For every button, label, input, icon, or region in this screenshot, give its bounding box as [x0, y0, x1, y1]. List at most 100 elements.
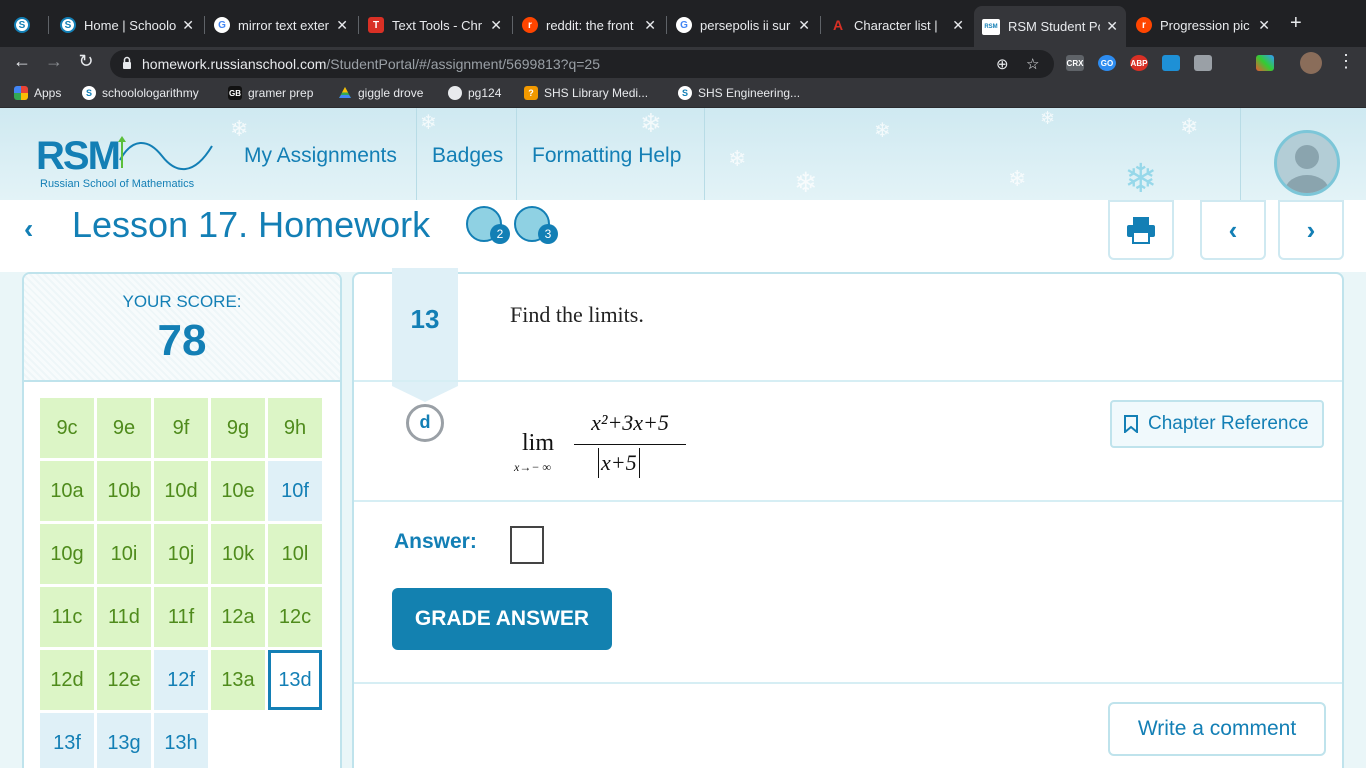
nav-badges[interactable]: Badges — [432, 144, 503, 168]
browser-tab-active[interactable]: RSM RSM Student Po ✕ — [974, 6, 1126, 47]
chapter-reference-button[interactable]: Chapter Reference — [1110, 400, 1324, 448]
close-tab-icon[interactable]: ✕ — [644, 17, 656, 34]
score-panel: YOUR SCORE: 78 9c 9e 9f 9g 9h 10a 10b 10d 10e 10f… — [22, 272, 342, 768]
problem-cell[interactable]: 10a — [40, 461, 94, 521]
tab-title: reddit: the front — [546, 17, 634, 33]
browser-tab-4[interactable]: r reddit: the front ✕ — [514, 8, 664, 42]
browser-tab-6[interactable]: A Character list | ✕ — [822, 8, 972, 42]
problem-cell[interactable]: 12d — [40, 650, 94, 710]
gb-icon: GB — [228, 86, 242, 100]
problem-cell[interactable]: 10d — [154, 461, 208, 521]
problem-cell[interactable]: 10e — [211, 461, 265, 521]
address-bar[interactable]: homework.russianschool.com/StudentPortal… — [110, 50, 1054, 78]
close-tab-icon[interactable]: ✕ — [336, 17, 348, 34]
score-value: 78 — [157, 316, 207, 365]
bookmark-gramer-prep[interactable]: GB gramer prep — [228, 86, 313, 100]
nav-my-assignments[interactable]: My Assignments — [244, 144, 397, 168]
close-tab-icon[interactable]: ✕ — [952, 17, 964, 34]
grade-answer-button[interactable]: GRADE ANSWER — [392, 588, 612, 650]
bookmark-shs-engineering[interactable]: S SHS Engineering... — [678, 86, 800, 100]
problem-cell[interactable]: 9c — [40, 398, 94, 458]
tab-title: Text Tools - Chr — [392, 17, 483, 33]
go-extension-icon[interactable]: GO — [1098, 55, 1116, 71]
browser-tab-1[interactable]: S Home | Schoolo ✕ — [52, 8, 202, 42]
problem-cell[interactable]: 10f — [268, 461, 322, 521]
answer-label: Answer: — [394, 530, 477, 553]
nav-formatting-help[interactable]: Formatting Help — [532, 144, 681, 168]
badge-count: 2 — [490, 224, 510, 244]
forward-arrow-icon[interactable]: → — [42, 51, 66, 72]
problem-cell[interactable]: 9e — [97, 398, 151, 458]
problem-cell[interactable]: 12c — [268, 587, 322, 647]
problem-cell[interactable]: 12a — [211, 587, 265, 647]
problem-cell[interactable]: 10j — [154, 524, 208, 584]
reload-icon[interactable]: ↻ — [74, 51, 98, 72]
extension-icon[interactable] — [1194, 55, 1212, 71]
schoology-favicon-icon: S — [60, 17, 76, 33]
problem-cell[interactable]: 13f — [40, 713, 94, 768]
profile-avatar-icon[interactable] — [1300, 52, 1322, 74]
close-tab-icon[interactable]: ✕ — [182, 17, 194, 34]
lesson-header: ‹ Lesson 17. Homework 2 3 ‹ › — [0, 200, 1366, 272]
bookmark-shs-library[interactable]: ? SHS Library Medi... — [524, 86, 648, 100]
star-icon[interactable]: ☆ — [1026, 55, 1039, 73]
bookmark-schoolologarithmy[interactable]: S schoolologarithmy — [82, 86, 199, 100]
snowflake-icon: ❄ — [230, 116, 249, 141]
bookmark-giggle-drove[interactable]: giggle drove — [338, 86, 423, 100]
browser-tab-3[interactable]: T Text Tools - Chr ✕ — [360, 8, 510, 42]
print-button[interactable] — [1108, 200, 1174, 260]
problem-cell[interactable]: 10g — [40, 524, 94, 584]
close-tab-icon[interactable]: ✕ — [798, 17, 810, 34]
snowflake-icon: ❄ — [1180, 114, 1199, 139]
problem-cell[interactable]: 10i — [97, 524, 151, 584]
zoom-icon[interactable]: ⊕ — [996, 55, 1009, 73]
problem-cell[interactable]: 11f — [154, 587, 208, 647]
write-comment-button[interactable]: Write a comment — [1108, 702, 1326, 756]
problem-cell[interactable]: 10k — [211, 524, 265, 584]
rsm-logo[interactable]: RSM Russian School of Mathematics — [36, 134, 213, 190]
problem-cell[interactable]: 12f — [154, 650, 208, 710]
browser-tab-5[interactable]: G persepolis ii sur ✕ — [668, 8, 818, 42]
problem-cell[interactable]: 9f — [154, 398, 208, 458]
crx-extension-icon[interactable]: CRX — [1066, 55, 1084, 71]
problem-cell[interactable]: 13h — [154, 713, 208, 768]
close-tab-icon[interactable]: ✕ — [1106, 18, 1118, 35]
user-avatar[interactable] — [1274, 130, 1340, 196]
problem-cell[interactable]: 12e — [97, 650, 151, 710]
problem-cell[interactable]: 10b — [97, 461, 151, 521]
back-arrow-icon[interactable]: ← — [10, 51, 34, 72]
browser-toolbar: ← → ↻ homework.russianschool.com/Student… — [0, 47, 1366, 80]
problem-cell[interactable]: 9g — [211, 398, 265, 458]
problem-cell[interactable]: 13d — [268, 650, 322, 710]
browser-tab-pinned[interactable]: S — [6, 8, 44, 42]
extension-icon[interactable] — [1162, 55, 1180, 71]
browser-tab-2[interactable]: G mirror text exter ✕ — [206, 8, 356, 42]
bookmark-pg124[interactable]: pg124 — [448, 86, 501, 100]
snowflake-icon: ❄ — [728, 146, 747, 171]
bookmarks-bar: Apps S schoolologarithmy GB gramer prep … — [0, 80, 1366, 108]
close-tab-icon[interactable]: ✕ — [1258, 17, 1270, 34]
problem-cell[interactable]: 13a — [211, 650, 265, 710]
snowflake-icon: ❄ — [640, 108, 662, 138]
close-tab-icon[interactable]: ✕ — [490, 17, 502, 34]
part-label: d — [406, 404, 444, 442]
new-tab-button[interactable]: + — [1290, 12, 1302, 35]
back-chevron-icon[interactable]: ‹ — [24, 213, 33, 245]
browser-tab-8[interactable]: r Progression pic ✕ — [1128, 8, 1278, 42]
tab-title: persepolis ii sur — [700, 17, 791, 33]
snowflake-icon: ❄ — [1124, 157, 1158, 200]
bookmark-apps[interactable]: Apps — [14, 86, 61, 100]
next-question-button[interactable]: › — [1278, 200, 1344, 260]
problem-cell[interactable]: 11c — [40, 587, 94, 647]
answer-input[interactable] — [510, 526, 544, 564]
adblock-extension-icon[interactable]: ABP — [1130, 55, 1148, 71]
previous-question-button[interactable]: ‹ — [1200, 200, 1266, 260]
problem-cell[interactable]: 10l — [268, 524, 322, 584]
tab-title: mirror text exter — [238, 17, 330, 33]
menu-kebab-icon[interactable]: ⋮ — [1334, 51, 1358, 72]
colorful-extension-icon[interactable] — [1256, 55, 1274, 71]
problem-cell[interactable]: 11d — [97, 587, 151, 647]
problem-cell[interactable]: 9h — [268, 398, 322, 458]
problem-cell[interactable]: 13g — [97, 713, 151, 768]
schoology-icon: S — [82, 86, 96, 100]
